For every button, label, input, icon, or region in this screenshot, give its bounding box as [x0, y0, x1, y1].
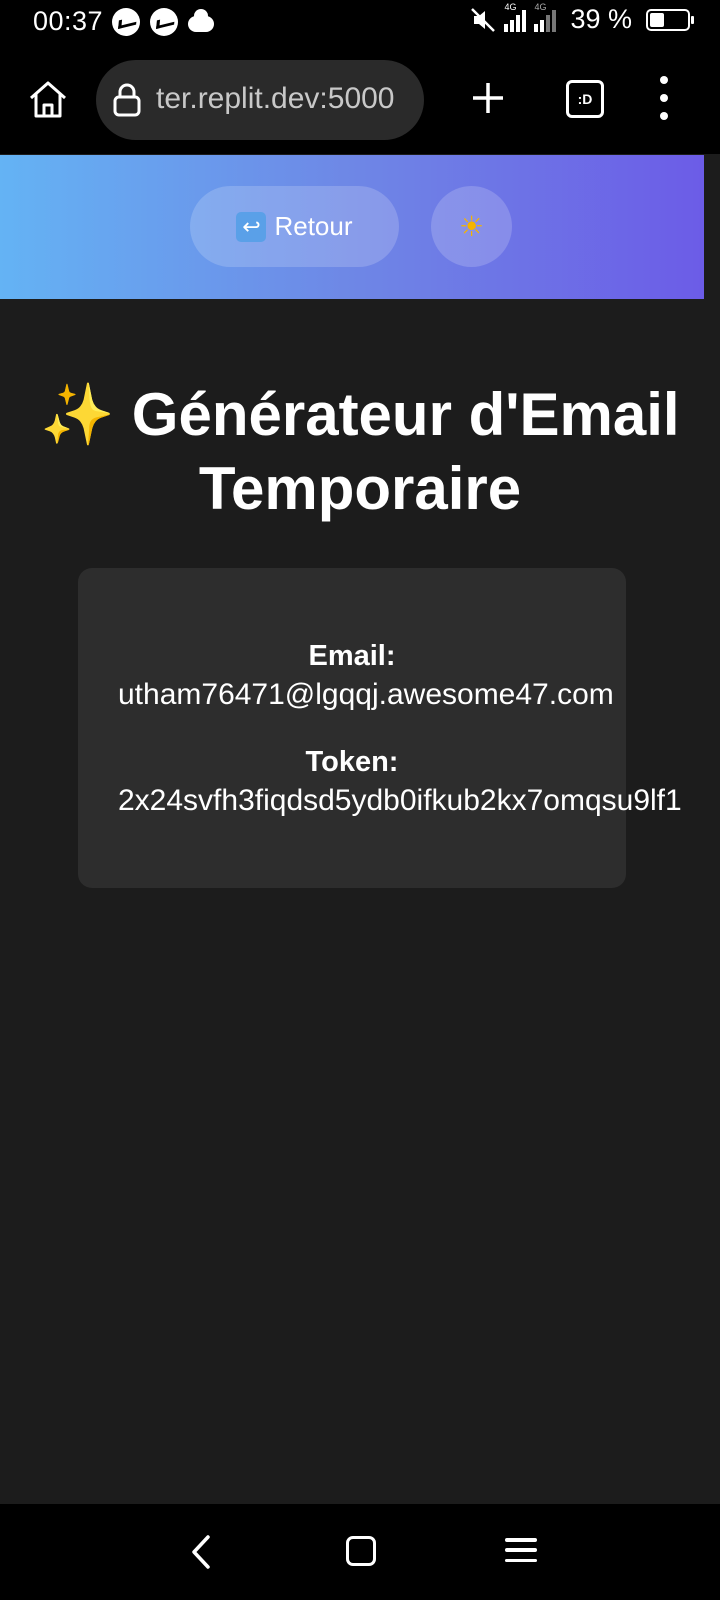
back-button-label: Retour	[274, 211, 353, 241]
home-icon[interactable]	[26, 77, 70, 121]
email-label: Email:	[308, 640, 396, 672]
system-navigation-bar	[0, 1504, 720, 1600]
signal-icon-secondary: 4G	[534, 2, 557, 32]
email-value[interactable]: utham76471@lgqqj.awesome47.com	[118, 678, 614, 712]
tab-switcher-button[interactable]: :D	[566, 80, 604, 118]
url-text[interactable]: ter.replit.dev:5000	[156, 82, 406, 116]
return-arrow-icon: ↩	[236, 211, 267, 242]
page-edge	[704, 155, 720, 299]
battery-percent: 39 %	[570, 4, 632, 34]
system-icons: 4G 4G 39 %	[470, 2, 694, 35]
cloud-icon	[188, 9, 214, 32]
battery-icon	[646, 8, 694, 31]
page-title: ✨ Générateur d'Email Temporaire	[30, 378, 690, 526]
sun-icon: ☀	[458, 211, 485, 242]
network-type: 4G	[534, 1, 547, 12]
mute-icon	[471, 7, 496, 32]
signal-icon: 4G	[504, 2, 527, 32]
theme-toggle-button[interactable]: ☀	[431, 186, 512, 267]
notification-icons	[112, 8, 214, 36]
status-bar: 00:37 4G 4G 39 %	[0, 0, 720, 44]
lock-icon	[113, 83, 141, 117]
token-label: Token:	[305, 746, 399, 778]
network-type: 4G	[504, 1, 517, 12]
page-header: ↩ Retour ☀	[0, 155, 704, 299]
sparkles-icon: ✨	[40, 381, 116, 448]
battery-level	[650, 12, 664, 27]
page-title-text: Générateur d'Email Temporaire	[131, 381, 680, 522]
address-bar[interactable]: ter.replit.dev:5000	[96, 60, 424, 140]
nav-menu-icon[interactable]	[505, 1538, 537, 1562]
new-tab-icon[interactable]	[470, 80, 506, 116]
messenger-icon	[112, 8, 140, 36]
nav-back-icon[interactable]	[186, 1534, 216, 1570]
nav-home-icon[interactable]	[346, 1536, 376, 1566]
browser-toolbar: ter.replit.dev:5000 :D	[0, 44, 720, 154]
messenger-icon	[150, 8, 178, 36]
token-value[interactable]: 2x24svfh3fiqdsd5ydb0ifkub2kx7omqsu9lf1	[118, 784, 720, 818]
status-time: 00:37	[33, 6, 104, 36]
overflow-menu-icon[interactable]	[656, 76, 672, 120]
email-card: Email: utham76471@lgqqj.awesome47.com To…	[78, 568, 682, 888]
back-button[interactable]: ↩ Retour	[190, 186, 399, 267]
